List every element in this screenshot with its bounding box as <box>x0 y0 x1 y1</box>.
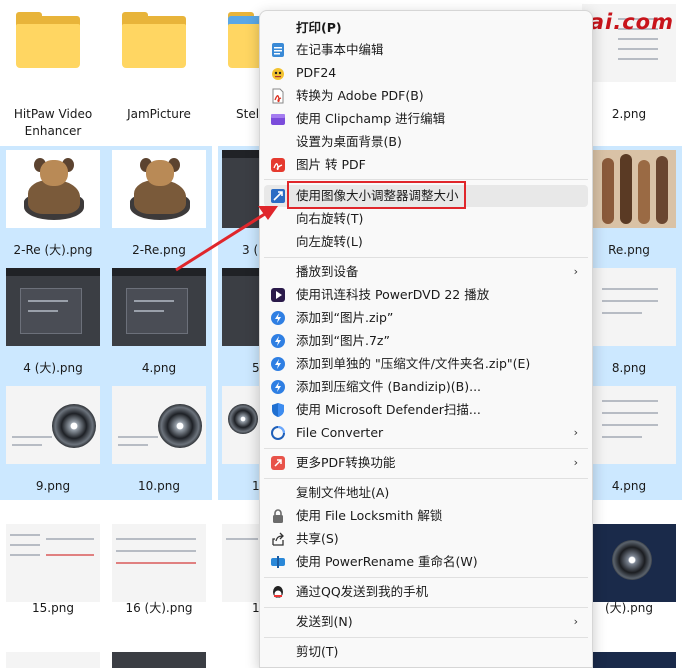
image-thumbnail <box>6 150 100 228</box>
menu-separator <box>264 478 588 479</box>
image-thumbnail <box>582 652 676 668</box>
menu-separator <box>264 448 588 449</box>
image-thumbnail <box>112 652 206 668</box>
menu-item-copy-path[interactable]: 复制文件地址(A) <box>264 482 588 504</box>
bandizip-icon <box>270 379 286 395</box>
menu-separator <box>264 577 588 578</box>
submenu-arrow-icon: › <box>573 426 578 439</box>
menu-item-image-to-pdf[interactable]: 图片 转 PDF <box>264 154 588 176</box>
menu-separator <box>264 637 588 638</box>
adobe-pdf-icon <box>270 88 286 104</box>
image-thumbnail <box>6 386 100 464</box>
menu-item-cut[interactable]: 剪切(T) <box>264 641 588 663</box>
pdf-more-icon <box>270 455 286 471</box>
menu-item-cast-to-device[interactable]: 播放到设备 › <box>264 261 588 283</box>
file-name: 4.png <box>141 361 177 375</box>
file-name: 16 (大).png <box>125 601 193 615</box>
menu-item-edit-notepad[interactable]: 在记事本中编辑 <box>264 39 588 61</box>
file-tile[interactable]: 2-Re (大).png <box>0 146 106 264</box>
image-thumbnail <box>582 150 676 228</box>
image-thumbnail <box>222 268 262 346</box>
menu-item-pdf24[interactable]: PDF24 <box>264 62 588 84</box>
image-thumbnail <box>222 386 262 464</box>
menu-item-file-locksmith[interactable]: 使用 File Locksmith 解锁 <box>264 505 588 527</box>
file-name: 15.png <box>32 601 74 615</box>
file-name: 4 (大).png <box>23 361 83 375</box>
menu-item-add-7z[interactable]: 添加到“图片.7z” <box>264 330 588 352</box>
file-name: JamPicture <box>127 107 191 121</box>
image-thumbnail <box>112 268 206 346</box>
file-tile[interactable]: 4 (大).png <box>0 264 106 382</box>
lock-icon <box>270 508 286 524</box>
menu-item-set-wallpaper[interactable]: 设置为桌面背景(B) <box>264 131 588 153</box>
file-tile[interactable]: 16 (大).png <box>106 520 212 638</box>
folder-tile[interactable]: HitPaw Video Enhancer <box>0 0 106 146</box>
menu-item-share[interactable]: 共享(S) <box>264 528 588 550</box>
powerdvd-icon <box>270 287 286 303</box>
image-thumbnail <box>6 268 100 346</box>
image-thumbnail <box>6 524 100 602</box>
menu-item-qq-send[interactable]: 通过QQ发送到我的手机 <box>264 581 588 603</box>
clipchamp-icon <box>270 111 286 127</box>
menu-item-file-converter[interactable]: File Converter › <box>264 422 588 444</box>
file-tile[interactable]: 9.png <box>0 382 106 500</box>
submenu-arrow-icon: › <box>573 456 578 469</box>
image-thumbnail <box>112 150 206 228</box>
submenu-arrow-icon: › <box>573 265 578 278</box>
menu-item-more-pdf[interactable]: 更多PDF转换功能 › <box>264 452 588 474</box>
image-thumbnail <box>222 150 262 228</box>
highlight-box <box>287 181 466 209</box>
image-thumbnail <box>582 268 676 346</box>
file-converter-icon <box>270 425 286 441</box>
menu-item-send-to[interactable]: 发送到(N) › <box>264 611 588 633</box>
file-name: 10.png <box>138 479 180 493</box>
file-tile[interactable]: 2-Re.png <box>106 146 212 264</box>
defender-icon <box>270 402 286 418</box>
qq-icon <box>270 584 286 600</box>
menu-separator <box>264 179 588 180</box>
image-thumbnail <box>112 524 206 602</box>
image-thumbnail <box>112 386 206 464</box>
image-to-pdf-icon <box>270 157 286 173</box>
file-name: HitPaw Video Enhancer <box>13 107 93 138</box>
image-resizer-icon <box>270 188 286 204</box>
menu-item-add-separate-zip[interactable]: 添加到单独的 "压缩文件/文件夹名.zip"(E) <box>264 353 588 375</box>
menu-separator <box>264 257 588 258</box>
menu-item-print[interactable]: 打印(P) <box>264 17 588 39</box>
file-name: 9.png <box>35 479 71 493</box>
bandizip-icon <box>270 333 286 349</box>
file-tile[interactable]: 15.png <box>0 520 106 638</box>
menu-item-defender-scan[interactable]: 使用 Microsoft Defender扫描... <box>264 399 588 421</box>
folder-tile[interactable]: JamPicture <box>106 0 212 146</box>
file-tile[interactable] <box>106 648 212 668</box>
bandizip-icon <box>270 356 286 372</box>
file-name: 2-Re (大).png <box>13 243 93 257</box>
folder-icon <box>112 4 206 82</box>
context-menu: 打印(P) 在记事本中编辑 PDF24 转换为 Adobe PDF(B) 使用 … <box>259 10 593 668</box>
menu-separator <box>264 607 588 608</box>
image-thumbnail <box>222 524 262 602</box>
share-icon <box>270 531 286 547</box>
menu-item-powerrename[interactable]: 使用 PowerRename 重命名(W) <box>264 551 588 573</box>
image-thumbnail <box>582 524 676 602</box>
menu-item-powerdvd[interactable]: 使用讯连科技 PowerDVD 22 播放 <box>264 284 588 306</box>
pdf24-icon <box>270 65 286 81</box>
folder-icon <box>6 4 100 82</box>
submenu-arrow-icon: › <box>573 615 578 628</box>
bandizip-icon <box>270 310 286 326</box>
file-tile[interactable] <box>0 648 106 668</box>
menu-item-rotate-left[interactable]: 向左旋转(L) <box>264 231 588 253</box>
powerrename-icon <box>270 554 286 570</box>
menu-item-convert-adobe-pdf[interactable]: 转换为 Adobe PDF(B) <box>264 85 588 107</box>
image-thumbnail <box>582 386 676 464</box>
menu-item-add-archive-bandizip[interactable]: 添加到压缩文件 (Bandizip)(B)... <box>264 376 588 398</box>
menu-item-add-zip[interactable]: 添加到“图片.zip” <box>264 307 588 329</box>
file-name: 2-Re.png <box>132 243 186 257</box>
menu-item-clipchamp[interactable]: 使用 Clipchamp 进行编辑 <box>264 108 588 130</box>
image-thumbnail <box>6 652 100 668</box>
file-tile[interactable]: 4.png <box>106 264 212 382</box>
menu-item-rotate-right[interactable]: 向右旋转(T) <box>264 208 588 230</box>
notepad-icon <box>270 42 286 58</box>
file-tile[interactable]: 10.png <box>106 382 212 500</box>
